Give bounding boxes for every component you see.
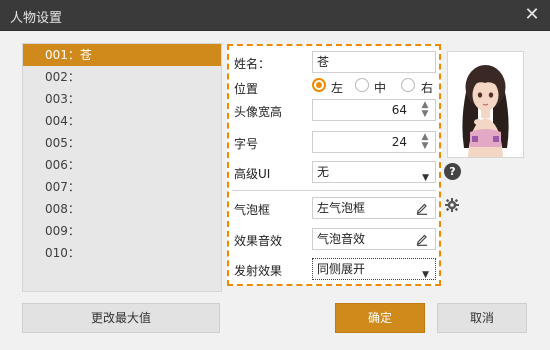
dialog-window: 人物设置 ✕ 001：苍 002： 003： 004： 005： 006： 007： 008：… — [0, 0, 550, 350]
list-item[interactable]: 009： — [23, 220, 221, 242]
head-size-stepper[interactable]: ▲ ▼ — [418, 101, 432, 119]
bubble-value: 左气泡框 — [317, 201, 366, 215]
font-size-value: 24 — [391, 135, 407, 149]
list-item[interactable]: 006： — [23, 154, 221, 176]
list-item[interactable]: 007： — [23, 176, 221, 198]
position-left-radio[interactable] — [312, 78, 326, 92]
sound-label: 效果音效 — [234, 234, 283, 248]
head-size-value: 64 — [391, 103, 407, 117]
emit-label: 发射效果 — [234, 264, 283, 278]
font-size-row: 字号 24 ▲ ▼ — [232, 131, 436, 155]
name-label: 姓名： — [234, 57, 271, 71]
list-item[interactable]: 001：苍 — [23, 44, 221, 66]
list-item[interactable]: 002： — [23, 66, 221, 88]
character-list[interactable]: 001：苍 002： 003： 004： 005： 006： 007： 008： 009： 010… — [22, 43, 222, 292]
gear-icon[interactable] — [445, 198, 459, 212]
font-size-stepper[interactable]: ▲ ▼ — [418, 133, 432, 151]
advanced-ui-value: 无 — [317, 165, 330, 179]
pencil-icon[interactable] — [416, 232, 428, 246]
name-input[interactable]: 苍 — [312, 51, 436, 73]
help-icon[interactable]: ? — [444, 163, 461, 180]
character-properties-panel: 姓名： 苍 位置 左 中 右 头像宽高 64 ▲ ▼ 字号 24 ▲ ▼ 高级U… — [227, 44, 441, 286]
name-row: 姓名： 苍 — [232, 51, 436, 75]
ok-button[interactable]: 确定 — [335, 303, 425, 333]
advanced-ui-label: 高级UI — [234, 167, 271, 181]
change-max-button[interactable]: 更改最大值 — [22, 303, 220, 333]
emit-select[interactable]: 同侧展开 ▼ — [312, 258, 436, 280]
chevron-down-icon: ▼ — [422, 173, 429, 183]
dialog-content: 001：苍 002： 003： 004： 005： 006： 007： 008： 009： 010… — [0, 31, 550, 350]
bubble-row: 气泡框 左气泡框 — [232, 197, 436, 221]
bubble-input[interactable]: 左气泡框 — [312, 197, 436, 219]
head-size-input[interactable]: 64 ▲ ▼ — [312, 99, 436, 121]
sound-input[interactable]: 气泡音效 — [312, 228, 436, 250]
chevron-down-icon: ▼ — [422, 270, 429, 280]
divider — [232, 190, 436, 191]
advanced-ui-row: 高级UI 无 ▼ — [232, 161, 436, 185]
title-bar: 人物设置 ✕ — [0, 0, 550, 31]
head-size-label: 头像宽高 — [234, 105, 283, 119]
pencil-icon[interactable] — [416, 201, 428, 215]
list-item[interactable]: 010： — [23, 242, 221, 264]
head-size-row: 头像宽高 64 ▲ ▼ — [232, 99, 436, 123]
character-portrait — [462, 65, 509, 157]
position-center-radio[interactable] — [355, 78, 369, 92]
list-item[interactable]: 005： — [23, 132, 221, 154]
window-title: 人物设置 — [10, 11, 63, 26]
emit-row: 发射效果 同侧展开 ▼ — [232, 258, 436, 282]
advanced-ui-select[interactable]: 无 ▼ — [312, 161, 436, 183]
emit-value: 同侧展开 — [317, 262, 366, 276]
font-size-input[interactable]: 24 ▲ ▼ — [312, 131, 436, 153]
sound-value: 气泡音效 — [317, 232, 366, 246]
character-avatar — [447, 51, 524, 158]
list-item[interactable]: 004： — [23, 110, 221, 132]
bubble-label: 气泡框 — [234, 203, 271, 217]
font-size-label: 字号 — [234, 137, 259, 151]
position-row: 位置 左 中 右 — [232, 76, 436, 96]
cancel-button[interactable]: 取消 — [437, 303, 527, 333]
list-item[interactable]: 003： — [23, 88, 221, 110]
position-right-label: 右 — [421, 81, 434, 95]
list-item[interactable]: 008： — [23, 198, 221, 220]
close-icon[interactable]: ✕ — [522, 5, 542, 25]
sound-row: 效果音效 气泡音效 — [232, 228, 436, 252]
position-center-label: 中 — [374, 81, 387, 95]
position-left-label: 左 — [331, 81, 344, 95]
position-right-radio[interactable] — [401, 78, 415, 92]
position-label: 位置 — [234, 82, 259, 96]
